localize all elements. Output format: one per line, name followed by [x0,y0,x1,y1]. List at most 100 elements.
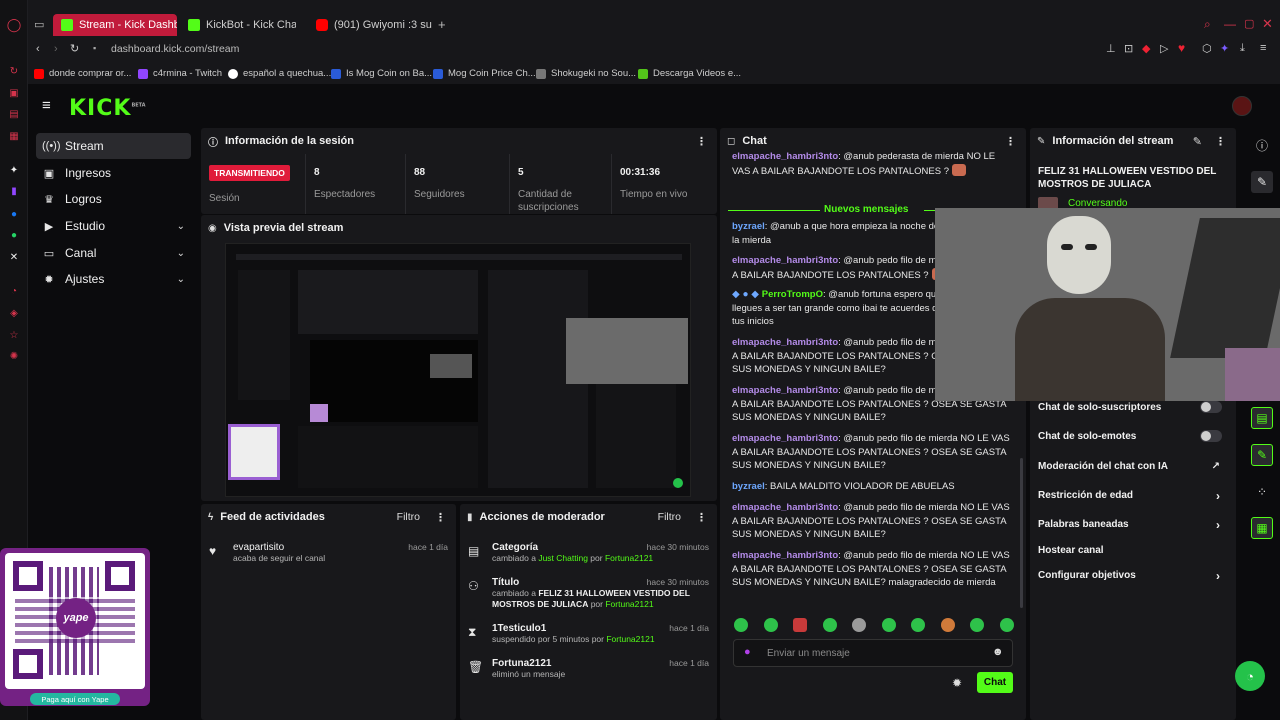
opera-logo-icon[interactable]: ◯ [7,17,22,32]
minimize-icon[interactable]: — [1224,17,1236,31]
setting-banned-words[interactable]: Palabras baneadas › [1038,518,1226,532]
site-icon [331,68,341,79]
emote-icon[interactable] [734,618,748,632]
bag-icon[interactable]: ▣ [7,86,21,100]
emote-bar [734,618,1014,634]
bookmark-item[interactable]: donde comprar or... [34,68,131,79]
x-icon[interactable]: ✕ [7,250,21,264]
bookmark-item[interactable]: Mog Coin Price Ch... [433,68,536,79]
messenger-icon[interactable]: ● [7,207,21,221]
emote-icon[interactable] [911,618,926,632]
chat-input[interactable]: Enviar un mensaje [767,648,850,659]
forward-icon[interactable]: › [54,43,58,55]
play-icon[interactable]: ▷ [1160,42,1168,55]
pin-icon[interactable]: ⊥ [1106,42,1116,55]
more-options-icon[interactable]: ⋮ [1215,135,1226,148]
more-options-icon[interactable]: ⋮ [696,511,707,524]
sidebar-item-logros[interactable]: ♛ Logros [36,186,191,212]
setting-age-restriction[interactable]: Restricción de edad › [1038,489,1226,503]
box-icon[interactable]: ▦ [7,129,21,143]
info-icon[interactable]: ⓘ [1251,134,1273,156]
filter-button[interactable]: Filtro [397,511,420,523]
more-options-icon[interactable]: ⋮ [435,511,446,524]
sidebar-item-canal[interactable]: ▭ Canal ⌄ [36,240,191,266]
extension-app-icon[interactable]: ✦ [1220,42,1229,55]
chat-scrollbar[interactable] [1020,458,1023,608]
setting-goals[interactable]: Configurar objetivos › [1038,569,1226,583]
heart-icon[interactable]: ♥ [1178,41,1185,55]
emotes-only-toggle[interactable] [1200,430,1222,442]
stream-preview-video[interactable] [225,243,691,497]
whatsapp-icon[interactable]: ● [7,228,21,242]
tab-menu-icon[interactable]: ▭ [34,18,44,31]
preview-video-frame [310,340,478,422]
url-field[interactable]: dashboard.kick.com/stream [111,43,239,55]
microphone-icon[interactable]: ● [744,646,751,658]
bookmark-item[interactable]: Descarga Videos e... [638,68,741,79]
reload-icon[interactable]: ↻ [70,42,79,55]
avatar[interactable] [1232,96,1252,116]
search-tabs-icon[interactable]: ⌕ [1204,17,1211,32]
mod-action-item: ▤ Categoría cambiado a Just Chatting por… [468,542,709,563]
emote-icon[interactable] [793,618,808,632]
emote-icon[interactable] [881,618,896,632]
edit-icon[interactable]: ✎ [1193,135,1202,148]
emote-icon[interactable] [852,618,867,632]
more-options-icon[interactable]: ⋮ [696,135,707,148]
twitch-icon[interactable]: ▮ [7,184,21,198]
hamburger-icon[interactable]: ≡ [42,97,51,114]
nodes-icon[interactable]: ⁘ [1251,481,1273,503]
sidebar-item-ingresos[interactable]: ▣ Ingresos [36,160,191,186]
sidebar-item-ajustes[interactable]: ✹ Ajustes ⌄ [36,266,191,292]
emote-icon [952,163,966,176]
settings-icon[interactable]: ✺ [7,349,21,363]
screenshot-icon[interactable]: ⊡ [1124,42,1133,55]
maximize-icon[interactable]: ▢ [1244,17,1254,30]
more-options-icon[interactable]: ⋮ [1005,135,1016,148]
bookmark-item[interactable]: Is Mog Coin on Ba... [331,68,432,79]
star-icon[interactable]: ☆ [7,328,21,342]
emote-icon[interactable] [940,618,955,632]
wrench-icon[interactable]: ✎ [1251,444,1273,466]
extensions-icon[interactable]: ⬡ [1202,42,1212,55]
help-chat-bubble[interactable]: ◔ [1235,661,1265,691]
subscribers-only-toggle[interactable] [1200,401,1222,413]
kick-logo[interactable]: KICKBETA [69,96,146,121]
clock-icon[interactable]: ◔ [7,284,21,298]
close-window-icon[interactable]: ✕ [1262,16,1273,32]
tab-kick-dashboard[interactable]: Stream - Kick Dashboard [53,14,177,36]
bookmark-item[interactable]: español a quechua... [228,68,331,79]
download-icon[interactable]: ⤓ [1240,42,1245,55]
chat-settings-icon[interactable]: ✹ [952,676,962,690]
bookmark-item[interactable]: c4rmina - Twitch [138,68,222,79]
wallet-icon[interactable]: ▤ [7,107,21,121]
emoji-icon[interactable]: ☻ [992,646,1004,658]
new-tab-icon[interactable]: + [438,17,446,32]
emote-icon[interactable] [763,618,778,632]
kick-icon[interactable]: ✦ [7,163,21,177]
chat-input-box[interactable]: ● Enviar un mensaje ☻ [733,639,1013,667]
panel-toggle-icon[interactable]: ▤ [1251,407,1273,429]
filter-button[interactable]: Filtro [658,511,681,523]
shield-icon[interactable]: ◆ [1142,42,1150,55]
kick-favicon-icon [61,19,73,31]
setting-host-channel[interactable]: Hostear canal [1038,545,1226,556]
tab-youtube[interactable]: (901) Gwiyomi :3 sub espa [308,14,432,36]
emote-icon[interactable] [999,618,1014,632]
sidebar-item-estudio[interactable]: ▶ Estudio ⌄ [36,213,191,239]
refresh-icon[interactable]: ↻ [7,64,21,78]
back-icon[interactable]: ‹ [36,43,40,55]
edit-icon[interactable]: ✎ [1251,171,1273,193]
tab-kickbot[interactable]: KickBot - Kick Chatbot, A [180,14,296,36]
sidebar-item-stream[interactable]: ((•)) Stream [36,133,191,159]
setting-ai-moderation[interactable]: Moderación del chat con IA ↗ [1038,461,1226,472]
menu-icon[interactable]: ≡ [1260,42,1266,54]
chat-send-button[interactable]: Chat [977,672,1013,693]
emote-icon[interactable] [822,618,837,632]
info-icon: ⓘ [208,137,218,149]
cube-icon[interactable]: ◈ [7,306,21,320]
bookmark-item[interactable]: Shokugeki no Sou... [536,68,636,79]
clapperboard-icon[interactable]: ▦ [1251,517,1273,539]
emote-icon[interactable] [970,618,985,632]
preview-webcam-thumb [430,354,472,378]
